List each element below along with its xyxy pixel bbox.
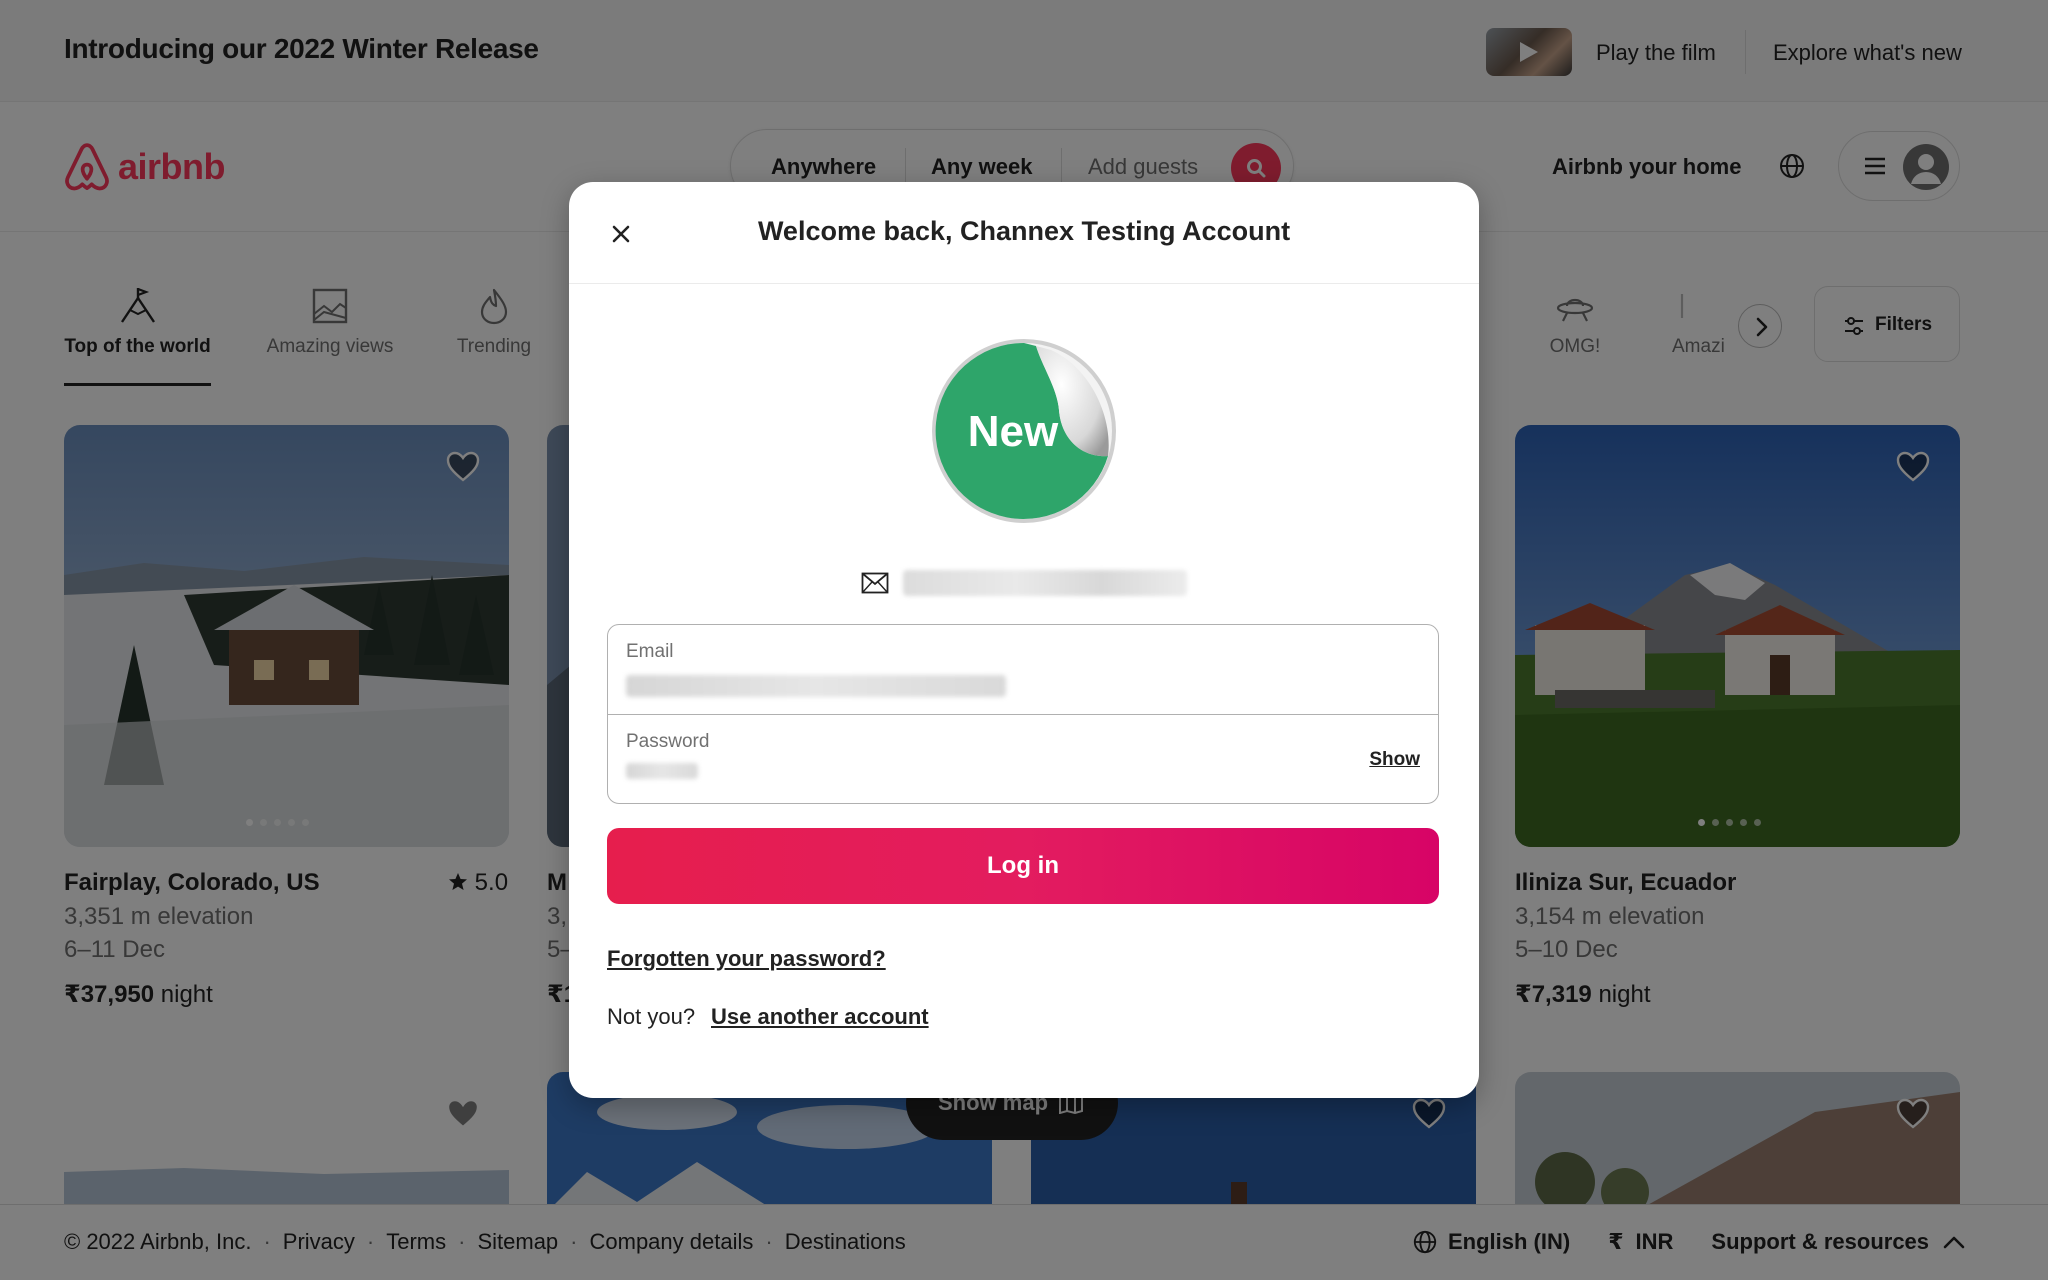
login-modal: Welcome back, Channex Testing Account Ne… (569, 182, 1479, 1098)
new-sticker-avatar: New (932, 339, 1116, 523)
envelope-icon (861, 572, 889, 594)
badge-text: New (968, 407, 1059, 456)
use-another-account-link[interactable]: Use another account (711, 1004, 929, 1030)
forgot-password-link[interactable]: Forgotten your password? (607, 946, 886, 972)
account-email-row (861, 570, 1187, 596)
password-field[interactable]: Password Show (608, 714, 1438, 803)
redacted-password-value (626, 763, 698, 779)
email-field[interactable]: Email (608, 625, 1438, 714)
redacted-email (903, 570, 1187, 596)
redacted-email-value (626, 675, 1006, 697)
login-button[interactable]: Log in (607, 828, 1439, 904)
modal-title: Welcome back, Channex Testing Account (757, 216, 1291, 246)
modal-header: Welcome back, Channex Testing Account (569, 182, 1479, 284)
login-fields: Email Password Show (607, 624, 1439, 804)
email-label: Email (626, 641, 674, 662)
not-you-text: Not you? (607, 1004, 696, 1029)
show-password-button[interactable]: Show (1369, 749, 1420, 771)
password-label: Password (626, 731, 710, 752)
